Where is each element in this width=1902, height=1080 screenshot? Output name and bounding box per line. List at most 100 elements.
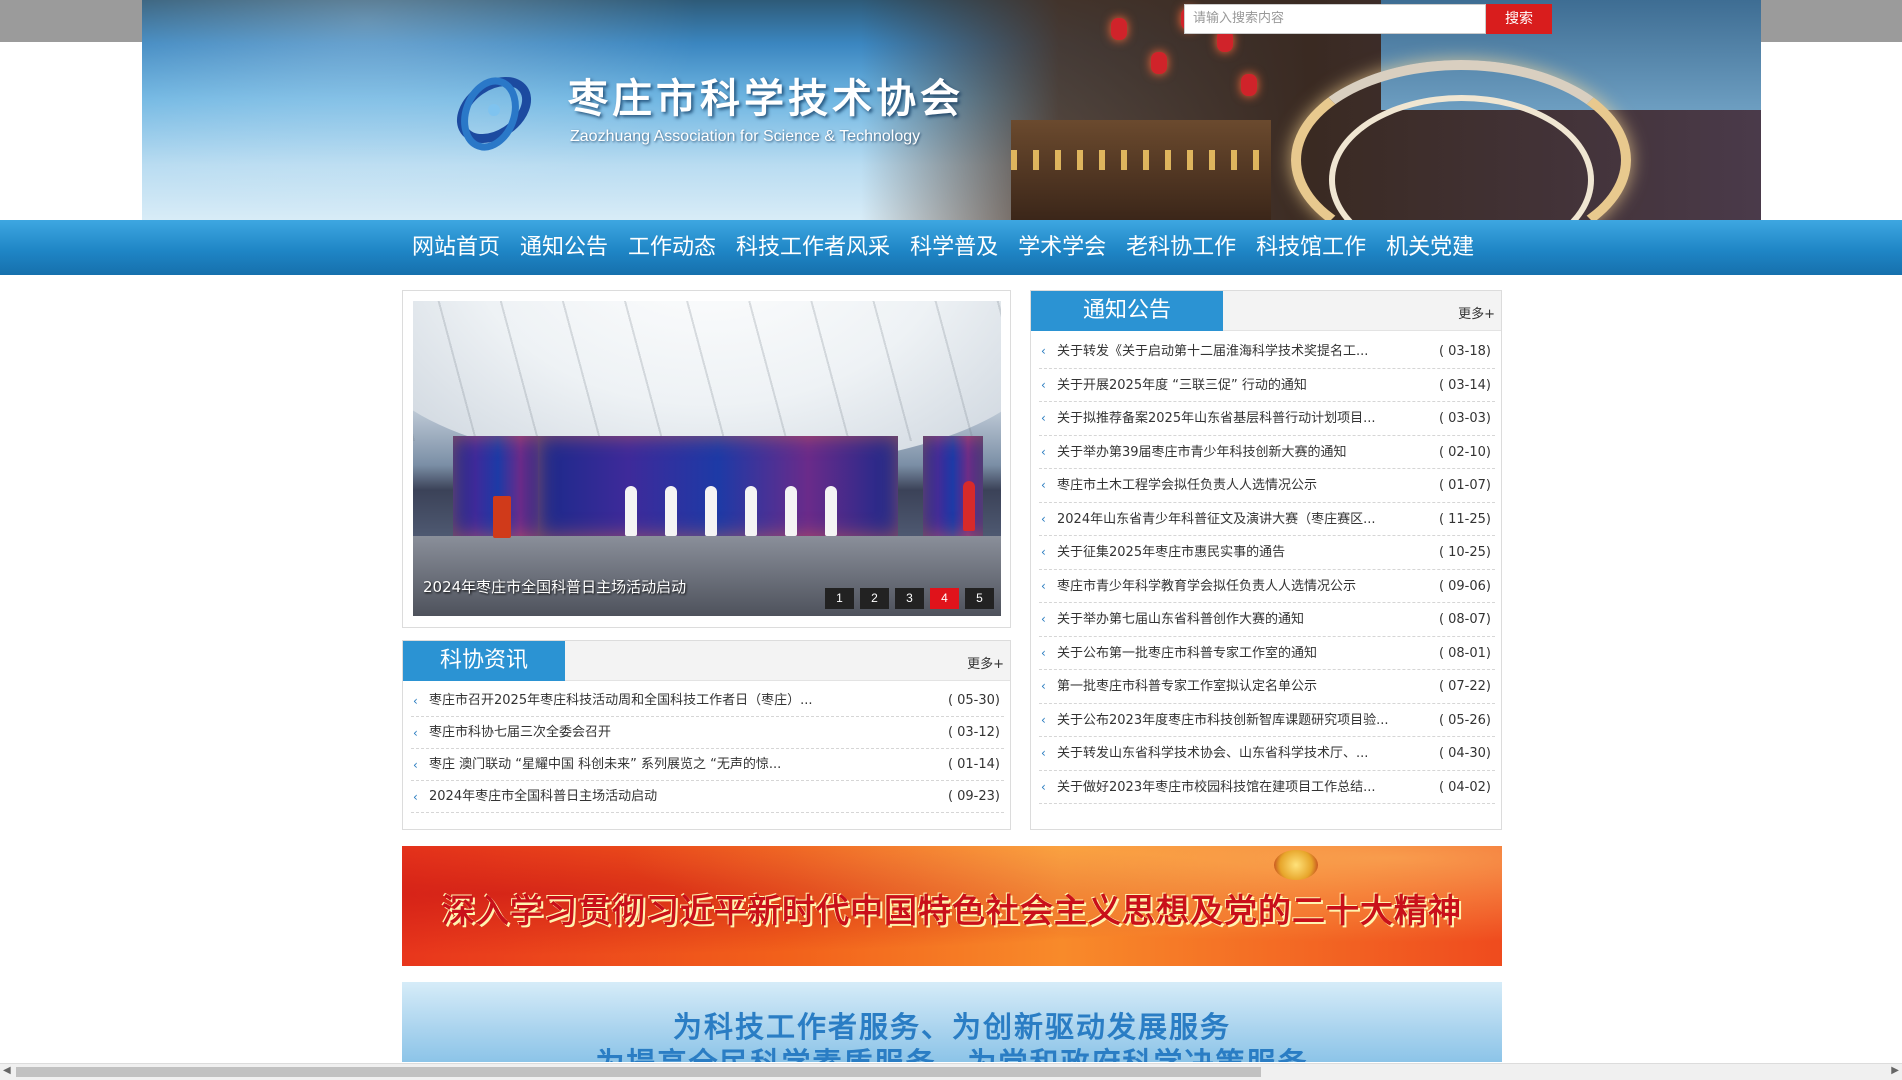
slider-page-button[interactable]: 3 <box>895 588 924 609</box>
site-title: 枣庄市科学技术协会 <box>568 75 964 122</box>
nav-item-notices[interactable]: 通知公告 <box>510 220 618 275</box>
chevron-left-icon: ‹ <box>1041 411 1046 425</box>
list-item: ‹ 关于转发《关于启动第十二届淮海科学技术奖提名工... ( 03-18) <box>1039 335 1495 369</box>
notice-link[interactable]: 关于做好2023年枣庄市校园科技馆在建项目工作总结... <box>1057 771 1397 805</box>
list-item: ‹ 2024年山东省青少年科普征文及演讲大赛（枣庄赛区... ( 11-25) <box>1039 503 1495 537</box>
notice-link[interactable]: 2024年山东省青少年科普征文及演讲大赛（枣庄赛区... <box>1057 503 1397 537</box>
notice-link[interactable]: 关于拟推荐备案2025年山东省基层科普行动计划项目... <box>1057 402 1397 436</box>
notice-date: ( 08-01) <box>1438 645 1491 661</box>
notice-date: ( 04-02) <box>1438 779 1491 795</box>
notice-date: ( 05-26) <box>1438 712 1491 728</box>
notice-date: ( 01-07) <box>1438 478 1491 493</box>
list-item: ‹ 关于公布第一批枣庄市科普专家工作室的通知 ( 08-01) <box>1039 637 1495 671</box>
notice-link[interactable]: 第一批枣庄市科普专家工作室拟认定名单公示 <box>1057 670 1397 704</box>
chevron-left-icon: ‹ <box>1041 511 1046 526</box>
chevron-left-icon: ‹ <box>413 726 418 740</box>
list-item: ‹ 关于转发山东省科学技术协会、山东省科学技术厅、... ( 04-30) <box>1039 737 1495 771</box>
notice-date: ( 07-22) <box>1438 679 1491 694</box>
main-nav: 网站首页 通知公告 工作动态 科技工作者风采 科学普及 学术学会 老科协工作 科… <box>0 220 1902 275</box>
section-title: 科协资讯 <box>403 641 565 681</box>
search-input[interactable]: 请输入搜索内容 <box>1184 4 1486 34</box>
news-date: ( 03-12) <box>947 725 1000 740</box>
slider-page-button[interactable]: 1 <box>825 588 854 609</box>
notice-date: ( 03-14) <box>1438 377 1491 393</box>
notice-link[interactable]: 关于举办第39届枣庄市青少年科技创新大赛的通知 <box>1057 436 1397 470</box>
slogan-banner-red[interactable]: 深入学习贯彻习近平新时代中国特色社会主义思想及党的二十大精神 <box>402 846 1502 966</box>
more-link[interactable]: 更多+ <box>1458 303 1495 322</box>
national-emblem-icon <box>1274 850 1318 880</box>
list-item: ‹ 枣庄市召开2025年枣庄科技活动周和全国科技工作者日（枣庄）... ( 05-3… <box>411 685 1004 717</box>
slider-pagination: 1 2 3 4 5 <box>819 588 994 609</box>
news-list: ‹ 枣庄市召开2025年枣庄科技活动周和全国科技工作者日（枣庄）... ( 05-3… <box>411 685 1004 813</box>
chevron-left-icon: ‹ <box>413 790 418 804</box>
chevron-left-icon: ‹ <box>1041 578 1046 593</box>
more-link[interactable]: 更多+ <box>967 653 1004 672</box>
notice-date: ( 02-10) <box>1438 444 1491 460</box>
slogan-text: 深入学习贯彻习近平新时代中国特色社会主义思想及党的二十大精神 <box>442 891 1462 930</box>
site-subtitle: Zaozhuang Association for Science & Tech… <box>570 128 921 145</box>
notices-section: 通知公告 更多+ ‹ 关于转发《关于启动第十二届淮海科学技术奖提名工... ( 03… <box>1030 290 1502 830</box>
list-item: ‹ 枣庄市青少年科学教育学会拟任负责人人选情况公示 ( 09-06) <box>1039 570 1495 604</box>
slider-page-button-active[interactable]: 4 <box>930 588 959 609</box>
nav-item-senior-association[interactable]: 老科协工作 <box>1116 220 1246 275</box>
news-link[interactable]: 枣庄 澳门联动 “星耀中国 科创未来” 系列展览之 “无声的惊... <box>429 749 859 781</box>
section-title: 通知公告 <box>1031 291 1223 331</box>
list-item: ‹ 枣庄市土木工程学会拟任负责人人选情况公示 ( 01-07) <box>1039 469 1495 503</box>
notice-date: ( 03-18) <box>1438 344 1491 359</box>
list-item: ‹ 关于举办第七届山东省科普创作大赛的通知 ( 08-07) <box>1039 603 1495 637</box>
section-header: 通知公告 更多+ <box>1031 291 1501 331</box>
list-item: ‹ 关于征集2025年枣庄市惠民实事的通告 ( 10-25) <box>1039 536 1495 570</box>
chevron-left-icon: ‹ <box>1041 645 1046 660</box>
news-link[interactable]: 枣庄市召开2025年枣庄科技活动周和全国科技工作者日（枣庄）... <box>429 685 859 717</box>
list-item: ‹ 关于拟推荐备案2025年山东省基层科普行动计划项目... ( 03-03) <box>1039 402 1495 436</box>
notice-date: ( 03-03) <box>1438 411 1491 426</box>
slider-image[interactable] <box>413 301 1001 616</box>
scroll-right-icon[interactable]: ▶ <box>1891 1065 1899 1076</box>
notice-link[interactable]: 枣庄市青少年科学教育学会拟任负责人人选情况公示 <box>1057 570 1397 604</box>
news-link[interactable]: 枣庄市科协七届三次全委会召开 <box>429 717 859 749</box>
photo-slider: 2024年枣庄市全国科普日主场活动启动 1 2 3 4 5 <box>402 290 1011 628</box>
chevron-left-icon: ‹ <box>1041 612 1046 626</box>
logo-icon <box>456 76 532 151</box>
nav-item-work-news[interactable]: 工作动态 <box>618 220 726 275</box>
notice-list: ‹ 关于转发《关于启动第十二届淮海科学技术奖提名工... ( 03-18) ‹ 关于开… <box>1039 335 1495 804</box>
nav-item-popular-science[interactable]: 科学普及 <box>900 220 1008 275</box>
scrollbar-thumb[interactable] <box>16 1067 1261 1077</box>
notice-link[interactable]: 关于转发《关于启动第十二届淮海科学技术奖提名工... <box>1057 335 1397 369</box>
notice-link[interactable]: 关于征集2025年枣庄市惠民实事的通告 <box>1057 536 1397 570</box>
chevron-left-icon: ‹ <box>1041 545 1046 559</box>
slogan-banner-blue[interactable]: 为科技工作者服务、为创新驱动发展服务 为提高全民科学素质服务、为党和政府科学决策… <box>402 982 1502 1062</box>
list-item: ‹ 关于开展2025年度 “三联三促” 行动的通知 ( 03-14) <box>1039 369 1495 403</box>
chevron-left-icon: ‹ <box>1041 377 1046 392</box>
notice-link[interactable]: 关于公布2023年度枣庄市科技创新智库课题研究项目验... <box>1057 704 1397 738</box>
chevron-left-icon: ‹ <box>1041 712 1046 727</box>
notice-link[interactable]: 关于公布第一批枣庄市科普专家工作室的通知 <box>1057 637 1397 671</box>
notice-link[interactable]: 关于举办第七届山东省科普创作大赛的通知 <box>1057 603 1397 637</box>
slider-page-button[interactable]: 2 <box>860 588 889 609</box>
nav-item-party-building[interactable]: 机关党建 <box>1376 220 1484 275</box>
slider-page-button[interactable]: 5 <box>965 588 994 609</box>
kexie-news-section: 科协资讯 更多+ ‹ 枣庄市召开2025年枣庄科技活动周和全国科技工作者日（枣庄）… <box>402 640 1011 830</box>
list-item: ‹ 第一批枣庄市科普专家工作室拟认定名单公示 ( 07-22) <box>1039 670 1495 704</box>
section-header: 科协资讯 更多+ <box>403 641 1010 681</box>
nav-item-home[interactable]: 网站首页 <box>402 220 510 275</box>
list-item: ‹ 枣庄市科协七届三次全委会召开 ( 03-12) <box>411 717 1004 749</box>
nav-item-academic-societies[interactable]: 学术学会 <box>1008 220 1116 275</box>
notice-link[interactable]: 关于转发山东省科学技术协会、山东省科学技术厅、... <box>1057 737 1397 771</box>
list-item: ‹ 关于做好2023年枣庄市校园科技馆在建项目工作总结... ( 04-02) <box>1039 771 1495 805</box>
slider-caption[interactable]: 2024年枣庄市全国科普日主场活动启动 <box>423 576 686 597</box>
chevron-left-icon: ‹ <box>1041 444 1046 459</box>
chevron-left-icon: ‹ <box>1041 679 1046 693</box>
chevron-left-icon: ‹ <box>1041 746 1046 760</box>
notice-link[interactable]: 枣庄市土木工程学会拟任负责人人选情况公示 <box>1057 469 1397 503</box>
news-date: ( 01-14) <box>947 757 1000 772</box>
nav-item-science-museum[interactable]: 科技馆工作 <box>1246 220 1376 275</box>
news-link[interactable]: 2024年枣庄市全国科普日主场活动启动 <box>429 781 859 813</box>
list-item: ‹ 关于公布2023年度枣庄市科技创新智库课题研究项目验... ( 05-26) <box>1039 704 1495 738</box>
search-button[interactable]: 搜索 <box>1486 4 1552 34</box>
notice-link[interactable]: 关于开展2025年度 “三联三促” 行动的通知 <box>1057 369 1397 403</box>
scroll-left-icon[interactable]: ◀ <box>3 1065 11 1076</box>
horizontal-scrollbar[interactable]: ◀ ▶ <box>0 1063 1902 1080</box>
notice-date: ( 08-07) <box>1438 612 1491 627</box>
nav-item-scientists[interactable]: 科技工作者风采 <box>726 220 900 275</box>
